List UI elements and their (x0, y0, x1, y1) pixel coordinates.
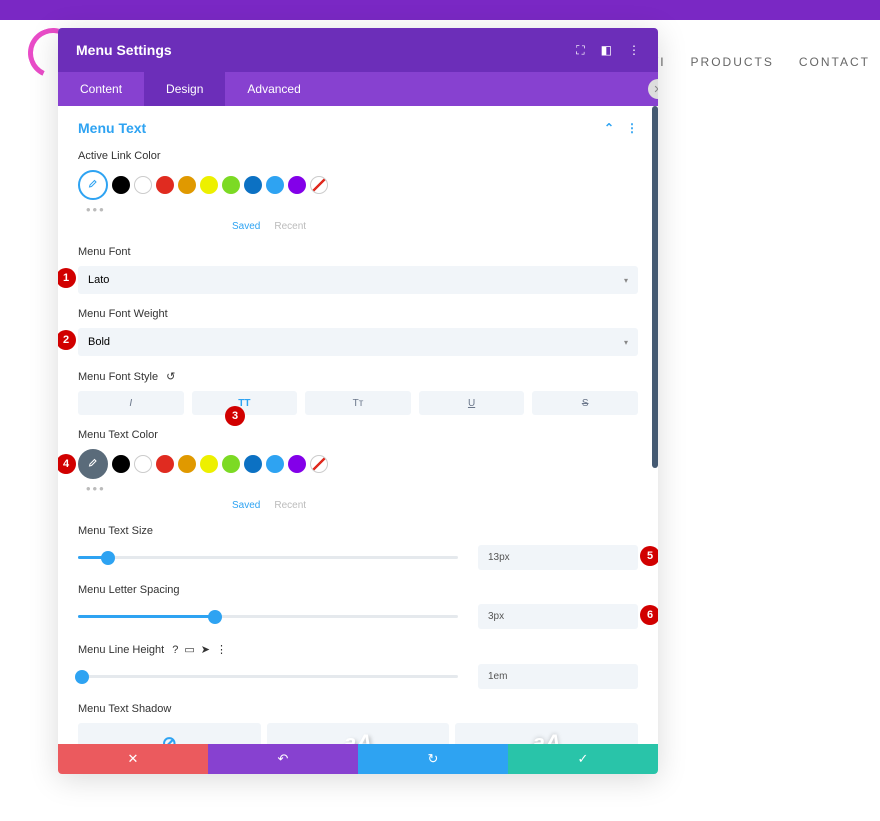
more-icon[interactable]: ⋮ (628, 43, 640, 58)
swatch-green[interactable] (222, 455, 240, 473)
style-smallcaps[interactable]: Tᴛ (305, 391, 411, 415)
modal-title: Menu Settings (76, 42, 172, 58)
style-uppercase[interactable]: TT (192, 391, 298, 415)
more-icon[interactable]: ⋮ (216, 644, 227, 656)
swatch-orange[interactable] (178, 455, 196, 473)
badge-5: 5 (640, 546, 658, 566)
nav-products[interactable]: PRODUCTS (691, 55, 774, 69)
redo-button[interactable]: ↻ (358, 744, 508, 774)
swatch-cyan[interactable] (244, 455, 262, 473)
collapse-icon[interactable]: ⌃ (604, 121, 614, 135)
recent-tab[interactable]: Recent (274, 221, 306, 232)
swatch-red[interactable] (156, 455, 174, 473)
section-title: Menu Text (78, 120, 146, 136)
label-text-color: Menu Text Color (78, 429, 638, 441)
device-icon[interactable]: ▭ (184, 644, 194, 656)
swatch-yellow[interactable] (200, 176, 218, 194)
swatch-none[interactable] (310, 455, 328, 473)
badge-1: 1 (58, 268, 76, 288)
label-active-link-color: Active Link Color (78, 150, 638, 162)
save-button[interactable]: ✓ (508, 744, 658, 774)
swatch-blue[interactable] (266, 176, 284, 194)
label-text-shadow: Menu Text Shadow (78, 703, 638, 715)
style-strike[interactable]: S (532, 391, 638, 415)
nav-contact[interactable]: CONTACT (799, 55, 870, 69)
weight-select[interactable]: Bold▾ (78, 328, 638, 356)
tab-content[interactable]: Content (58, 72, 144, 106)
recent-tab[interactable]: Recent (274, 500, 306, 511)
expand-icon[interactable]: ⛶ (576, 43, 584, 58)
swatch-white[interactable] (134, 176, 152, 194)
font-select[interactable]: Lato▾ (78, 266, 638, 294)
tab-design[interactable]: Design (144, 72, 225, 106)
saved-tab[interactable]: Saved (232, 500, 260, 511)
size-input[interactable]: 13px (478, 545, 638, 570)
tab-advanced[interactable]: Advanced (225, 72, 322, 106)
label-text-size: Menu Text Size (78, 525, 638, 537)
swatch-purple[interactable] (288, 455, 306, 473)
help-icon[interactable]: ? (172, 644, 178, 656)
swatch-none[interactable] (310, 176, 328, 194)
label-font-style: Menu Font Style ↺ (78, 370, 638, 383)
swatch-orange[interactable] (178, 176, 196, 194)
hover-icon[interactable]: ➤ (201, 644, 210, 656)
spacing-slider[interactable] (78, 610, 458, 624)
swatch-purple[interactable] (288, 176, 306, 194)
label-letter-spacing: Menu Letter Spacing (78, 584, 638, 596)
eyedropper-active[interactable] (78, 170, 108, 200)
spacing-input[interactable]: 3px (478, 604, 638, 629)
section-more-icon[interactable]: ⋮ (626, 121, 638, 135)
cancel-button[interactable]: ✕ (58, 744, 208, 774)
swatch-black[interactable] (112, 455, 130, 473)
close-icon[interactable]: ✕ (648, 79, 658, 99)
badge-6: 6 (640, 605, 658, 625)
label-menu-font: Menu Font (78, 246, 638, 258)
more-dots[interactable]: ••• (86, 481, 638, 496)
badge-3: 3 (225, 406, 245, 426)
scrollbar[interactable] (652, 106, 658, 468)
lineheight-slider[interactable] (78, 670, 458, 684)
badge-2: 2 (58, 330, 76, 350)
saved-tab[interactable]: Saved (232, 221, 260, 232)
undo-button[interactable]: ↶ (208, 744, 358, 774)
eyedropper-text[interactable] (78, 449, 108, 479)
size-slider[interactable] (78, 551, 458, 565)
swatch-cyan[interactable] (244, 176, 262, 194)
style-italic[interactable]: I (78, 391, 184, 415)
swatch-red[interactable] (156, 176, 174, 194)
swatch-white[interactable] (134, 455, 152, 473)
swatch-yellow[interactable] (200, 455, 218, 473)
swatch-blue[interactable] (266, 455, 284, 473)
settings-modal: Menu Settings ⛶ ◧ ⋮ Content Design Advan… (58, 28, 658, 774)
label-line-height: Menu Line Height ?▭➤⋮ (78, 643, 638, 656)
style-underline[interactable]: U (419, 391, 525, 415)
reset-icon[interactable]: ↺ (166, 370, 175, 383)
lineheight-input[interactable]: 1em (478, 664, 638, 689)
swatch-green[interactable] (222, 176, 240, 194)
swatch-black[interactable] (112, 176, 130, 194)
label-font-weight: Menu Font Weight (78, 308, 638, 320)
columns-icon[interactable]: ◧ (601, 43, 612, 58)
more-dots[interactable]: ••• (86, 202, 638, 217)
badge-4: 4 (58, 454, 76, 474)
